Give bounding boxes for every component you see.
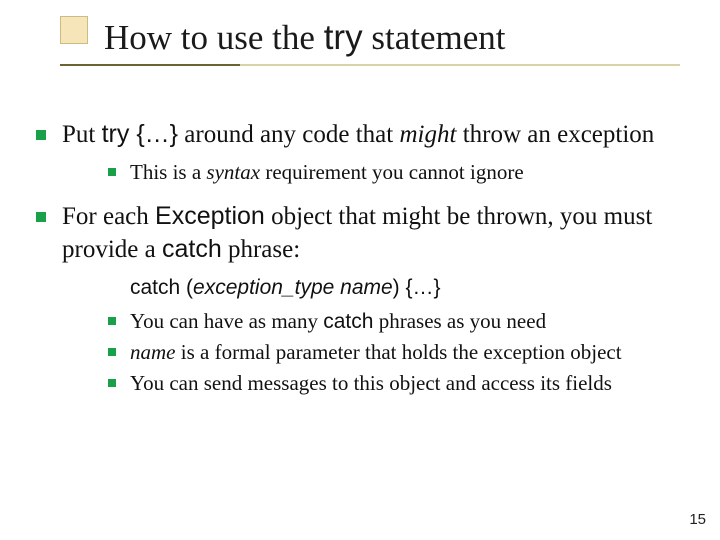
square-bullet-icon [36, 212, 46, 222]
bullet-1-1-text: This is a syntax requirement you cannot … [130, 159, 524, 186]
square-bullet-icon [108, 379, 116, 387]
b1-1-ital: syntax [206, 160, 260, 184]
b1-pre: Put [62, 121, 102, 148]
content-area: Put try {…} around any code that might t… [0, 118, 720, 397]
b1-code: try {…} [102, 120, 178, 148]
title-underline-dark [60, 64, 240, 66]
b2-2-ital: name [130, 340, 176, 364]
bullet-1-text: Put try {…} around any code that might t… [62, 118, 654, 151]
bullet-2-text: For each Exception object that might be … [62, 200, 690, 266]
bullet-2-2-text: name is a formal parameter that holds th… [130, 339, 622, 366]
bullet-1: Put try {…} around any code that might t… [30, 118, 690, 151]
b2-code2: catch [162, 235, 222, 263]
bullet-2-sub: catch (exception_type name) {…} You can … [108, 274, 690, 397]
b1-1-post: requirement you cannot ignore [260, 160, 524, 184]
b1-1-pre: This is a [130, 160, 206, 184]
square-bullet-icon [36, 130, 46, 140]
bullet-2-3: You can send messages to this object and… [108, 370, 690, 397]
accent-square [60, 16, 88, 44]
b2-1-code: catch [323, 310, 373, 333]
b1-mid: around any code that [178, 121, 399, 148]
bullet-2-1: You can have as many catch phrases as yo… [108, 308, 690, 335]
b2-post: phrase: [222, 236, 300, 263]
b2-pre: For each [62, 203, 155, 230]
b1-ital: might [399, 121, 456, 148]
bullet-2-3-text: You can send messages to this object and… [130, 370, 612, 397]
b2-syntax-ital: exception_type name [193, 276, 393, 299]
b2-syntax-c2: ) {…} [393, 276, 441, 299]
title-area: How to use the try statement [0, 0, 720, 58]
bullet-2-syntax: catch (exception_type name) {…} [130, 274, 690, 301]
b2-1-pre: You can have as many [130, 309, 323, 333]
b2-code1: Exception [155, 202, 265, 230]
b2-2-post: is a formal parameter that holds the exc… [176, 340, 622, 364]
title-post: statement [363, 18, 506, 57]
b2-syntax-c1: catch ( [130, 276, 193, 299]
square-bullet-icon [108, 348, 116, 356]
title-code: try [324, 18, 363, 57]
b1-post: throw an exception [456, 121, 654, 148]
title-pre: How to use the [104, 18, 324, 57]
b2-1-post: phrases as you need [373, 309, 546, 333]
title-underline-light [240, 64, 680, 66]
bullet-2: For each Exception object that might be … [30, 200, 690, 266]
square-bullet-icon [108, 168, 116, 176]
page-number: 15 [689, 511, 706, 528]
slide-title: How to use the try statement [104, 18, 720, 58]
bullet-1-1: This is a syntax requirement you cannot … [108, 159, 690, 186]
square-bullet-icon [108, 317, 116, 325]
bullet-2-2: name is a formal parameter that holds th… [108, 339, 690, 366]
bullet-1-sub: This is a syntax requirement you cannot … [108, 159, 690, 186]
bullet-2-1-text: You can have as many catch phrases as yo… [130, 308, 546, 335]
